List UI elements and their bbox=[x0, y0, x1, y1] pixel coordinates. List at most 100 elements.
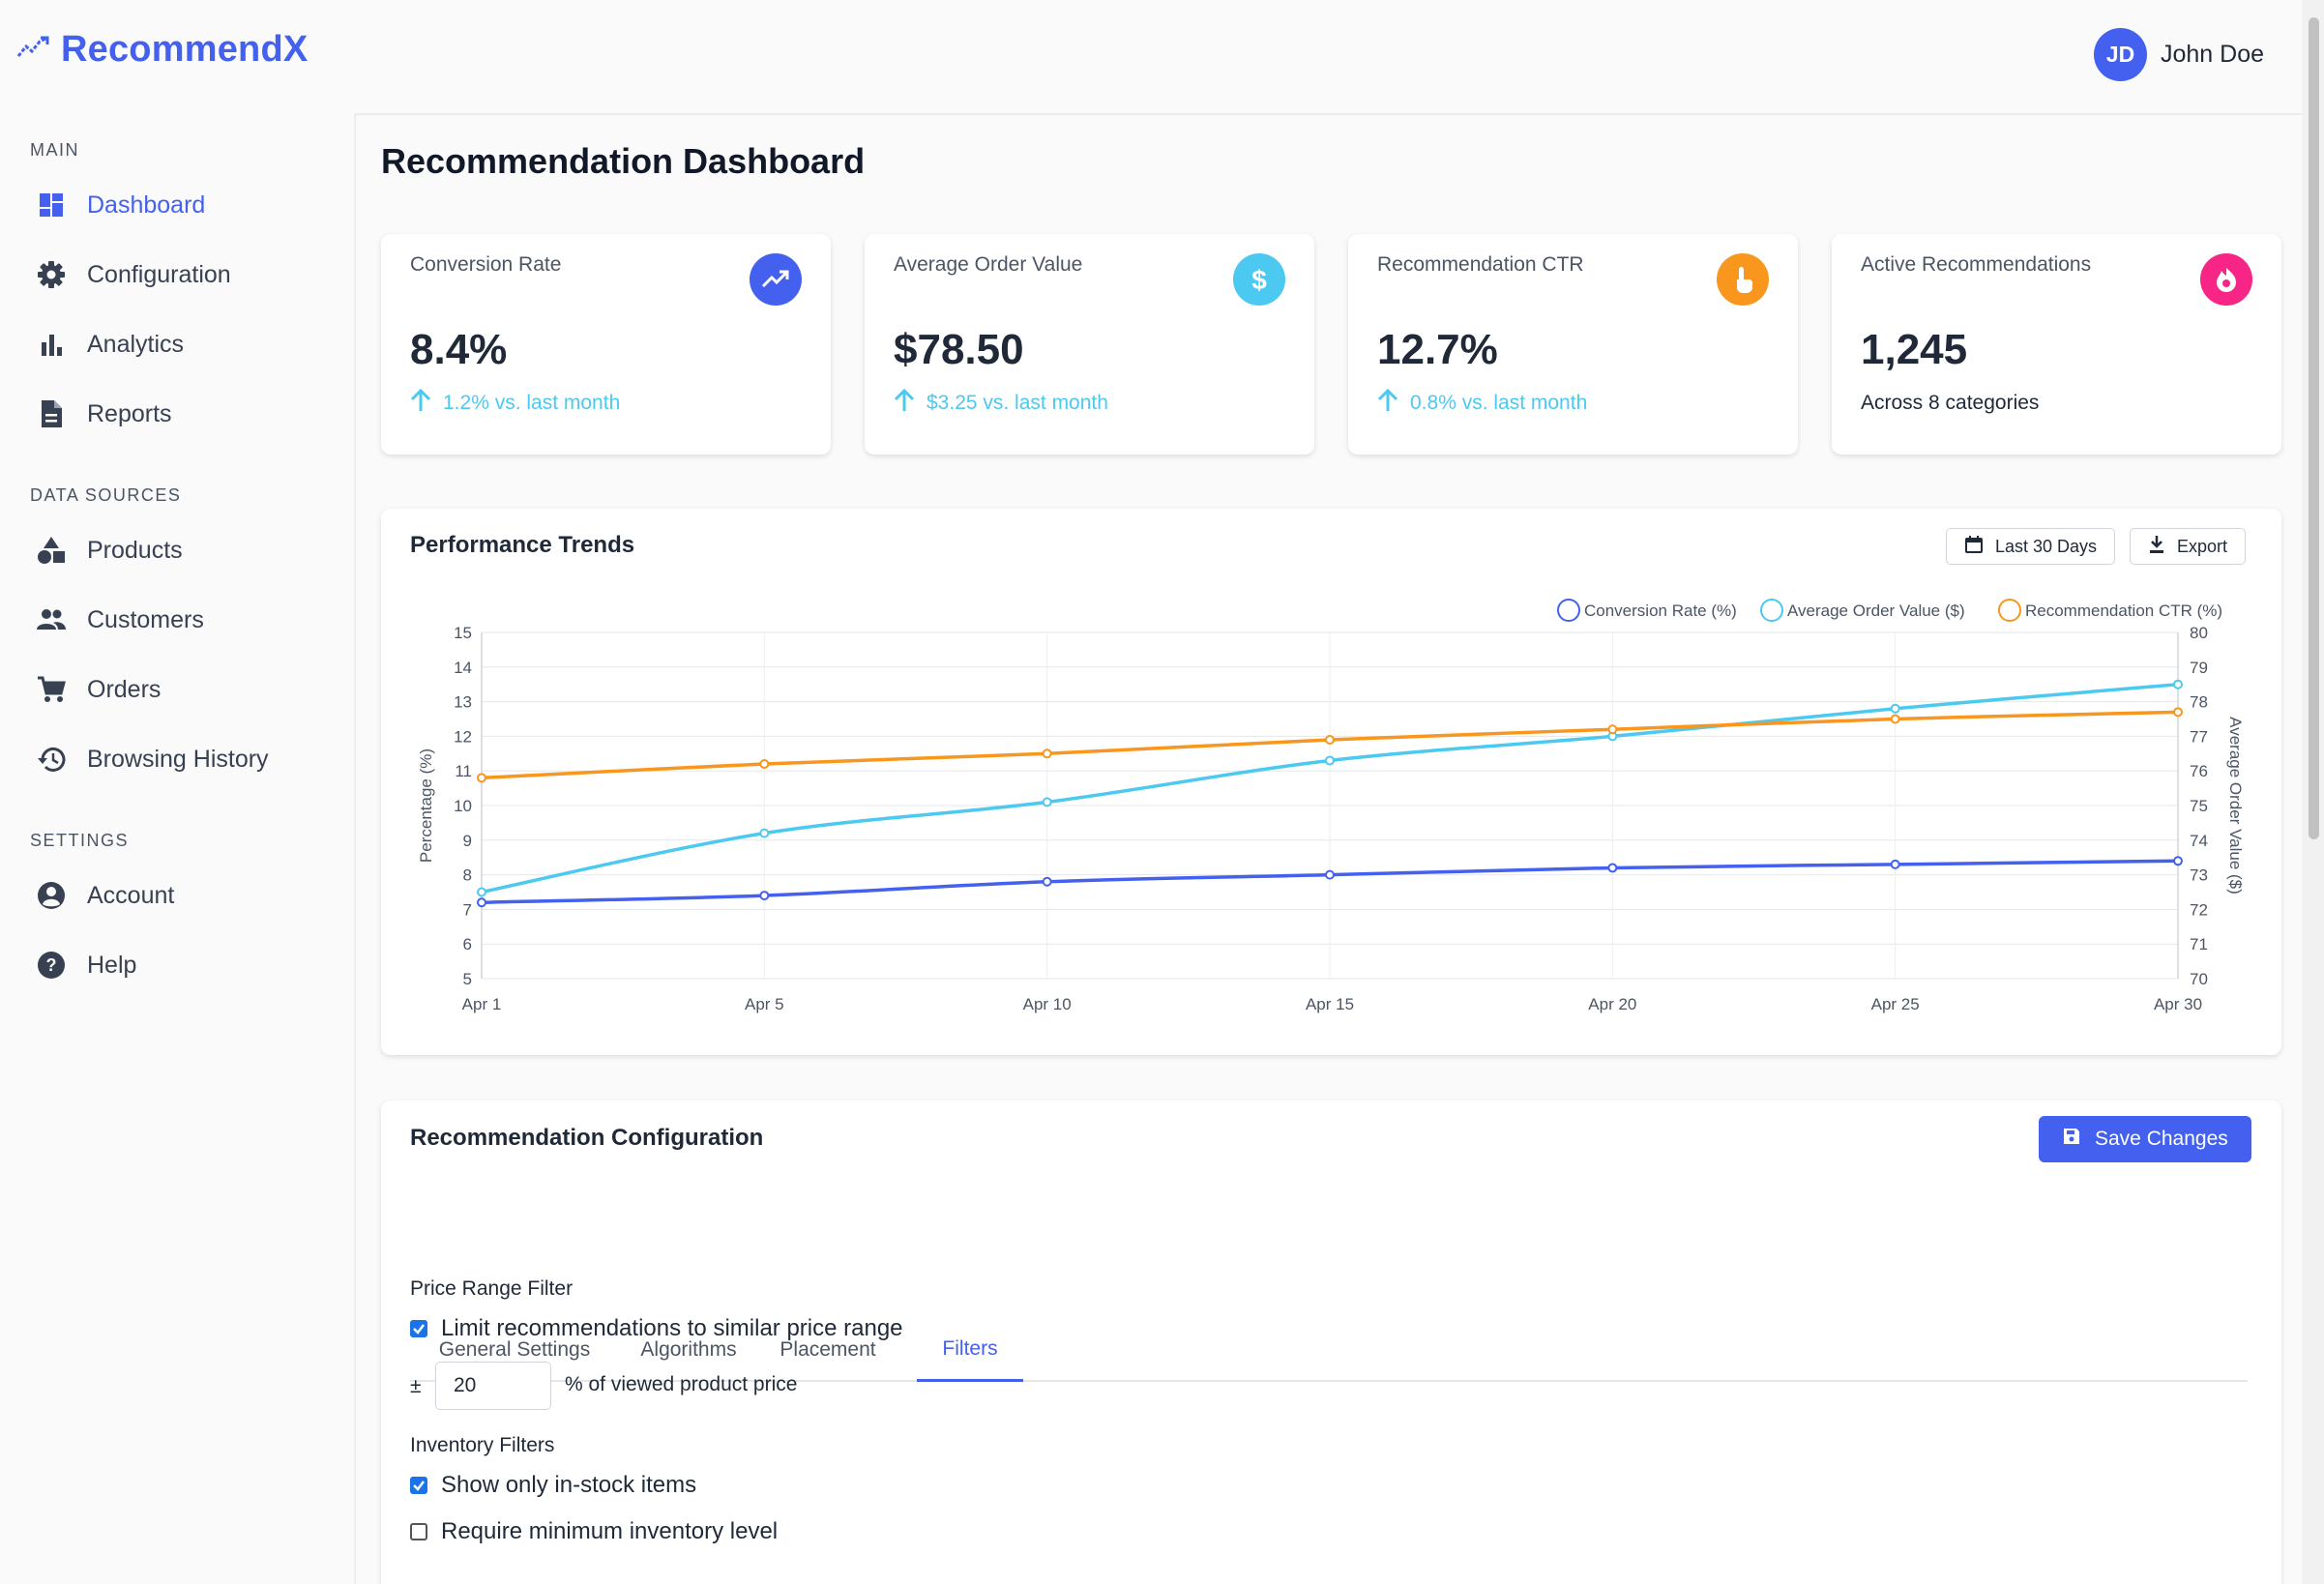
min-inventory-checkbox-row[interactable]: Require minimum inventory level bbox=[410, 1518, 778, 1545]
stat-card-conversion: Conversion Rate 8.4% 1.2% vs. last month bbox=[381, 234, 831, 455]
series-line-2 bbox=[481, 710, 2179, 780]
inventory-filters-label: Inventory Filters bbox=[410, 1434, 555, 1456]
sidebar-section-data-sources: DATA SOURCES bbox=[30, 485, 182, 505]
calendar-icon bbox=[1964, 535, 1984, 559]
legend-label: Recommendation CTR (%) bbox=[2025, 601, 2222, 620]
page-title: Recommendation Dashboard bbox=[381, 141, 866, 181]
svg-text:?: ? bbox=[46, 955, 57, 975]
sidebar-item-account[interactable]: Account bbox=[35, 871, 174, 920]
legend-marker bbox=[1557, 599, 1580, 622]
price-range-suffix: % of viewed product price bbox=[565, 1373, 798, 1395]
stat-value: $78.50 bbox=[894, 326, 1024, 373]
date-range-button[interactable]: Last 30 Days bbox=[1946, 528, 2116, 565]
data-point bbox=[1607, 724, 1618, 735]
tab-filters[interactable]: Filters bbox=[917, 1318, 1023, 1382]
trend-logo-icon bbox=[16, 35, 49, 65]
price-range-input[interactable] bbox=[435, 1362, 551, 1410]
data-point bbox=[477, 897, 486, 908]
sidebar-item-label: Analytics bbox=[87, 330, 185, 358]
scrollbar-thumb[interactable] bbox=[2309, 17, 2319, 839]
config-title: Recommendation Configuration bbox=[410, 1125, 764, 1151]
in-stock-checkbox[interactable] bbox=[410, 1477, 427, 1494]
x-tick-label: Apr 30 bbox=[2154, 995, 2202, 1013]
page-scrollbar[interactable] bbox=[2302, 0, 2324, 1584]
y2-tick-label: 76 bbox=[2190, 762, 2208, 780]
legend-label: Average Order Value ($) bbox=[1787, 601, 1965, 620]
save-changes-button[interactable]: Save Changes bbox=[2039, 1116, 2251, 1162]
data-point bbox=[1042, 876, 1052, 887]
stat-trend: 0.8% vs. last month bbox=[1377, 388, 1587, 418]
min-inventory-checkbox[interactable] bbox=[410, 1523, 427, 1540]
export-button[interactable]: Export bbox=[2130, 528, 2247, 565]
in-stock-checkbox-label: Show only in-stock items bbox=[441, 1472, 697, 1498]
account-icon bbox=[35, 879, 68, 912]
legend-marker bbox=[1760, 599, 1783, 622]
price-range-checkbox-label: Limit recommendations to similar price r… bbox=[441, 1315, 903, 1341]
in-stock-checkbox-row[interactable]: Show only in-stock items bbox=[410, 1472, 696, 1499]
shapes-icon bbox=[35, 534, 68, 567]
legend-label: Conversion Rate (%) bbox=[1584, 601, 1737, 620]
price-range-checkbox[interactable] bbox=[410, 1320, 427, 1337]
data-point bbox=[1607, 863, 1618, 873]
dollar-icon: $ bbox=[1233, 253, 1285, 306]
performance-title: Performance Trends bbox=[410, 532, 635, 558]
price-filter-label: Price Range Filter bbox=[410, 1277, 574, 1300]
sidebar-item-help[interactable]: ? Help bbox=[35, 941, 136, 989]
sidebar-item-label: Orders bbox=[87, 675, 162, 703]
arrow-up-icon bbox=[894, 388, 915, 418]
config-card: Recommendation Configuration Save Change… bbox=[381, 1100, 2281, 1584]
header-divider bbox=[356, 113, 2302, 115]
app-name: RecommendX bbox=[61, 29, 309, 70]
y-tick-label: 10 bbox=[454, 797, 472, 815]
y-tick-label: 14 bbox=[454, 659, 472, 677]
arrow-up-icon bbox=[410, 388, 431, 418]
sidebar-item-customers[interactable]: Customers bbox=[35, 596, 204, 644]
y2-tick-label: 73 bbox=[2190, 866, 2208, 885]
stat-subtext: Across 8 categories bbox=[1861, 392, 2040, 414]
y2-tick-label: 74 bbox=[2190, 832, 2208, 850]
sidebar-item-analytics[interactable]: Analytics bbox=[35, 320, 184, 368]
user-menu[interactable]: JD John Doe bbox=[2094, 28, 2264, 81]
x-tick-label: Apr 5 bbox=[745, 995, 784, 1013]
data-point bbox=[2173, 856, 2183, 866]
save-label: Save Changes bbox=[2095, 1128, 2228, 1150]
brand-logo[interactable]: RecommendX bbox=[16, 29, 308, 71]
stat-trend: 1.2% vs. last month bbox=[410, 388, 621, 418]
people-icon bbox=[35, 603, 68, 636]
sidebar-item-label: Products bbox=[87, 536, 183, 564]
top-bar: RecommendX JD John Doe bbox=[0, 0, 2302, 113]
series-line-1 bbox=[481, 682, 2179, 895]
sidebar-item-reports[interactable]: Reports bbox=[35, 390, 172, 438]
stat-card-ctr: Recommendation CTR 12.7% 0.8% vs. last m… bbox=[1348, 234, 1798, 455]
data-point bbox=[1325, 734, 1335, 745]
stat-trend-text: 1.2% vs. last month bbox=[443, 392, 621, 414]
x-tick-label: Apr 1 bbox=[462, 995, 502, 1013]
y2-tick-label: 80 bbox=[2190, 624, 2208, 642]
data-point bbox=[1042, 797, 1052, 807]
sidebar-item-configuration[interactable]: Configuration bbox=[35, 250, 231, 299]
data-point bbox=[1890, 859, 1900, 869]
data-point bbox=[1325, 755, 1335, 766]
stat-value: 1,245 bbox=[1861, 326, 1968, 373]
y-tick-label: 7 bbox=[463, 900, 472, 919]
dashboard-icon bbox=[35, 189, 68, 221]
bar-chart-icon bbox=[35, 328, 68, 361]
stat-value: 8.4% bbox=[410, 326, 508, 373]
data-point bbox=[759, 828, 770, 838]
sidebar-item-dashboard[interactable]: Dashboard bbox=[35, 181, 205, 229]
stat-value: 12.7% bbox=[1377, 326, 1498, 373]
sidebar-item-products[interactable]: Products bbox=[35, 526, 183, 574]
sidebar-item-label: Dashboard bbox=[87, 191, 206, 219]
pointer-icon bbox=[1717, 253, 1769, 306]
y-tick-label: 8 bbox=[463, 866, 472, 885]
y2-tick-label: 75 bbox=[2190, 797, 2208, 815]
cart-icon bbox=[35, 673, 68, 706]
stat-label: Average Order Value bbox=[894, 253, 1083, 276]
data-point bbox=[1607, 731, 1618, 742]
history-icon bbox=[35, 743, 68, 776]
price-range-checkbox-row[interactable]: Limit recommendations to similar price r… bbox=[410, 1315, 903, 1342]
y2-tick-label: 71 bbox=[2190, 935, 2208, 953]
sidebar-item-browsing-history[interactable]: Browsing History bbox=[35, 735, 269, 783]
sidebar-item-orders[interactable]: Orders bbox=[35, 665, 161, 714]
svg-text:$: $ bbox=[1251, 265, 1267, 295]
